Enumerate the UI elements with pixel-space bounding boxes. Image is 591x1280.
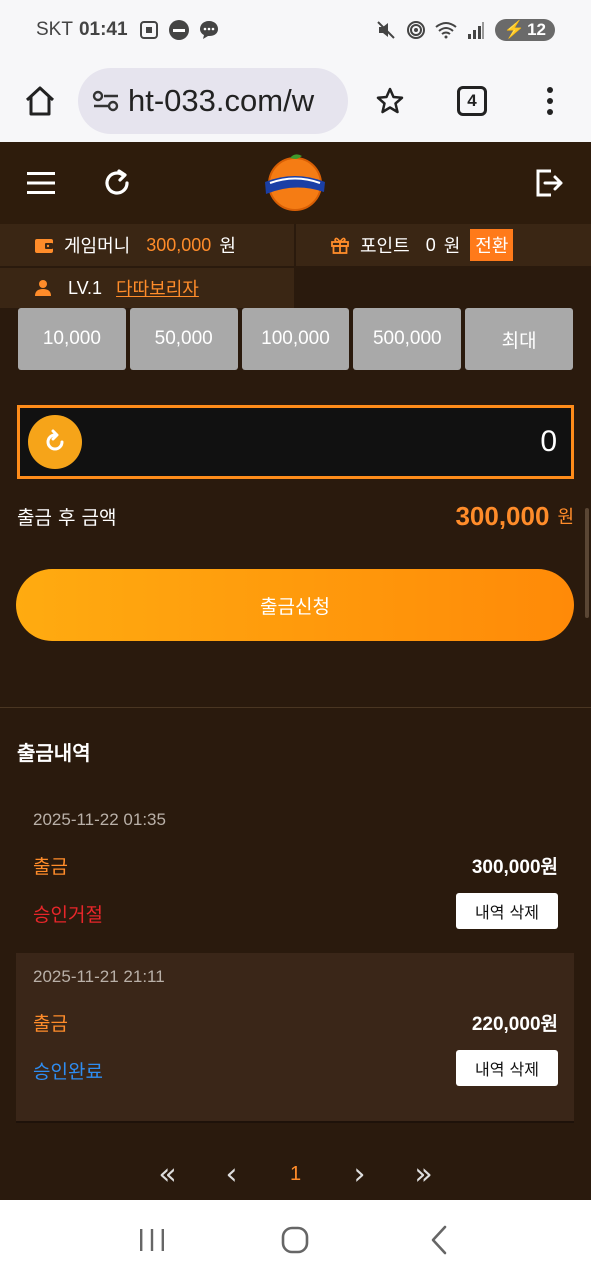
recent-apps-icon — [139, 1229, 164, 1251]
recent-apps-button[interactable] — [122, 1210, 182, 1270]
point-label: 포인트 — [360, 236, 410, 257]
refresh-icon — [105, 169, 129, 195]
address-bar[interactable]: ht-033.com/w — [78, 68, 348, 134]
delete-history-button[interactable]: 내역 삭제 — [456, 1050, 558, 1086]
back-icon — [431, 1225, 447, 1255]
convert-point-button[interactable]: 전환 — [470, 229, 514, 261]
back-button[interactable] — [409, 1210, 469, 1270]
reset-amount-button[interactable] — [28, 415, 82, 469]
browser-menu-button[interactable] — [528, 79, 572, 123]
history-date: 2025-11-21 21:11 — [33, 967, 165, 986]
site-header — [0, 142, 591, 224]
point-unit: 원 — [443, 236, 461, 257]
battery-level: 12 — [527, 20, 546, 39]
home-icon — [25, 86, 55, 116]
after-withdraw-row: 출금 후 금액 300,000 원 — [17, 498, 574, 534]
history-item: 2025-11-22 01:35 출금 300,000원 승인거절 내역 삭제 — [16, 796, 574, 966]
status-bar: SKT 01:41 ⚡ 12 — [0, 0, 591, 60]
history-date: 2025-11-22 01:35 — [33, 810, 166, 829]
gift-icon — [331, 237, 349, 254]
battery-indicator: ⚡ 12 — [494, 19, 555, 41]
history-title: 출금내역 — [17, 741, 91, 765]
withdraw-amount-value: 0 — [540, 425, 557, 458]
site-logo[interactable] — [262, 152, 328, 212]
point-value: 0 — [425, 234, 436, 255]
after-withdraw-unit: 원 — [557, 507, 574, 528]
fanta-logo — [265, 154, 325, 211]
withdraw-submit-button[interactable]: 출금신청 — [16, 569, 574, 641]
user-nickname-link[interactable]: 다따보리자 — [116, 275, 199, 301]
logout-icon — [536, 169, 563, 197]
bookmark-button[interactable] — [368, 79, 412, 123]
logout-button[interactable] — [533, 166, 567, 200]
after-withdraw-label: 출금 후 금액 — [17, 506, 117, 529]
delete-history-button[interactable]: 내역 삭제 — [456, 893, 558, 929]
history-status: 승인완료 — [33, 1061, 103, 1083]
amount-50000-button[interactable]: 50,000 — [129, 308, 238, 370]
game-money-cell: 게임머니 300,000 원 — [0, 224, 294, 266]
history-amount: 300,000원 — [471, 857, 558, 878]
carrier-label: SKT — [36, 19, 73, 40]
user-level: LV.1 — [68, 277, 103, 298]
scrollbar-thumb[interactable] — [585, 508, 589, 618]
user-info-panel: 게임머니 300,000 원 포인트 0 원 전환 LV.1 다따보리자 — [0, 224, 591, 308]
wifi-icon — [435, 19, 457, 41]
game-money-label: 게임머니 — [64, 236, 131, 257]
game-money-unit: 원 — [219, 236, 236, 257]
reset-icon — [46, 429, 64, 451]
charging-icon: ⚡ — [503, 20, 526, 39]
mute-icon — [375, 19, 397, 41]
refresh-button[interactable] — [100, 166, 134, 200]
last-page-button[interactable]: » — [408, 1157, 440, 1192]
history-status: 승인거절 — [33, 904, 103, 926]
withdraw-amount-field[interactable]: 0 — [17, 405, 574, 479]
amount-100000-button[interactable]: 100,000 — [241, 308, 350, 370]
hamburger-icon — [27, 172, 55, 194]
system-navigation-bar — [0, 1200, 591, 1280]
game-money-value: 300,000 — [146, 234, 212, 255]
history-item: 2025-11-21 21:11 출금 220,000원 승인완료 내역 삭제 — [16, 953, 574, 1123]
more-vert-icon — [547, 87, 553, 115]
home-button[interactable] — [18, 79, 62, 123]
pagination: « ‹ 1 › » — [0, 1150, 591, 1198]
clock: 01:41 — [78, 19, 128, 40]
star-icon — [376, 87, 404, 114]
menu-button[interactable] — [24, 166, 58, 200]
history-type: 출금 — [33, 1013, 68, 1035]
coupang-eats-icon — [168, 19, 190, 41]
user-icon — [35, 280, 51, 296]
screenshot-icon — [138, 19, 160, 41]
point-cell: 포인트 0 원 전환 — [296, 224, 591, 266]
amount-10000-button[interactable]: 10,000 — [18, 308, 126, 370]
message-icon — [198, 19, 220, 41]
amount-500000-button[interactable]: 500,000 — [353, 308, 462, 370]
current-page[interactable]: 1 — [280, 1158, 312, 1190]
history-type: 출금 — [33, 856, 68, 878]
hotspot-icon — [405, 19, 427, 41]
wallet-icon — [35, 239, 53, 253]
browser-toolbar: ht-033.com/w 4 — [0, 60, 591, 142]
home-circle-icon — [282, 1226, 309, 1254]
amount-max-button[interactable]: 최대 — [465, 308, 573, 370]
history-amount: 220,000원 — [471, 1014, 558, 1035]
home-nav-button[interactable] — [265, 1210, 325, 1270]
section-divider — [0, 707, 591, 708]
tab-switcher-button[interactable]: 4 — [450, 79, 494, 123]
site-settings-icon[interactable] — [92, 89, 120, 113]
level-cell: LV.1 다따보리자 — [0, 266, 294, 308]
after-withdraw-value: 300,000 — [455, 500, 550, 531]
signal-icon — [465, 19, 487, 41]
tab-count: 4 — [457, 86, 487, 116]
url-text: ht-033.com/w — [128, 83, 315, 118]
next-page-button[interactable]: › — [344, 1157, 376, 1192]
first-page-button[interactable]: « — [152, 1157, 184, 1192]
quick-amount-buttons: 10,000 50,000 100,000 500,000 최대 — [18, 308, 573, 370]
prev-page-button[interactable]: ‹ — [216, 1157, 248, 1192]
